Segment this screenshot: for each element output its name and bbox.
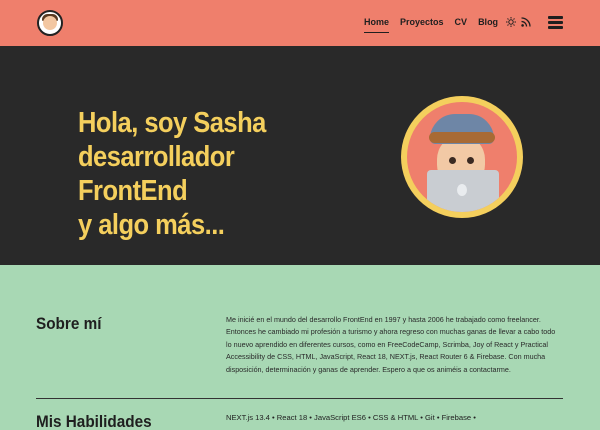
avatar-logo[interactable] bbox=[37, 10, 63, 36]
about-title: Sobre mí bbox=[36, 314, 102, 333]
about-text: Me inicié en el mundo del desarrollo Fro… bbox=[226, 315, 556, 374]
hero-title: Hola, soy Sasha desarrollador FrontEnd y… bbox=[78, 107, 266, 241]
menu-icon[interactable] bbox=[548, 16, 563, 29]
profile-avatar bbox=[401, 96, 523, 218]
nav-item-blog[interactable]: Blog bbox=[478, 17, 498, 33]
site-header: Home Proyectos CV Blog bbox=[0, 0, 600, 46]
section-divider bbox=[36, 398, 563, 399]
skills-title: Mis Habilidades bbox=[36, 412, 152, 430]
skills-list: NEXT.js 13.4 • React 18 • JavaScript ES6… bbox=[226, 413, 476, 422]
sun-icon[interactable] bbox=[506, 17, 516, 27]
nav-item-home[interactable]: Home bbox=[364, 17, 390, 33]
rss-icon[interactable] bbox=[521, 17, 531, 27]
hero-section: Hola, soy Sasha desarrollador FrontEnd y… bbox=[0, 46, 600, 265]
main-nav: Home Proyectos CV Blog bbox=[364, 17, 498, 33]
nav-item-cv[interactable]: CV bbox=[455, 17, 468, 33]
nav-item-proyectos[interactable]: Proyectos bbox=[400, 17, 444, 33]
